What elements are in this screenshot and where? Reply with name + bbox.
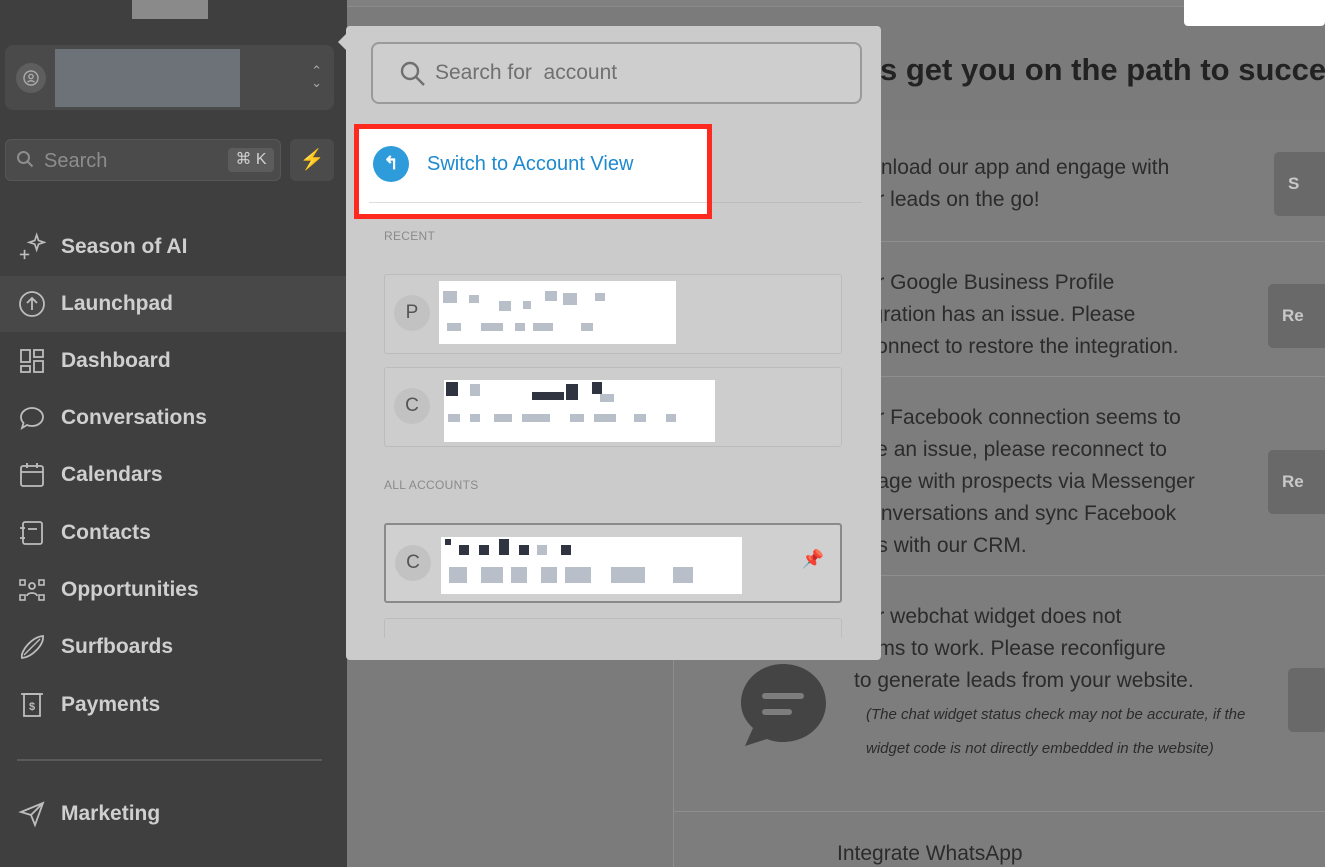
shortcut-badge: ⌘ K [228, 148, 274, 172]
pin-icon[interactable]: 📌 [802, 549, 824, 570]
account-name-redacted [441, 537, 742, 594]
card-action-button[interactable]: Re [1268, 450, 1325, 514]
integrate-whatsapp-label: Integrate WhatsApp [837, 842, 1023, 865]
switch-to-account-view-button[interactable]: ↰ Switch to Account View [354, 124, 712, 219]
popup-caret [338, 34, 346, 50]
sidebar: ⌃ ⌄ Search ⌘ K ⚡ Season of AI Launchpad D… [0, 0, 347, 867]
top-strip [347, 0, 1325, 7]
top-right-panel [1184, 0, 1325, 26]
send-icon [18, 800, 46, 828]
card-text: our Facebook connection seems to ave an … [854, 406, 1195, 557]
account-switcher[interactable]: ⌃ ⌄ [5, 45, 334, 110]
sidebar-item-calendars[interactable]: Calendars [0, 447, 347, 503]
sidebar-search[interactable]: Search ⌘ K [5, 139, 281, 181]
sidebar-item-dashboard[interactable]: Dashboard [0, 333, 347, 389]
sparkle-icon [18, 232, 46, 261]
account-name-redacted [439, 281, 676, 344]
account-search-box[interactable] [371, 42, 862, 104]
recent-account-row[interactable]: P [384, 274, 842, 354]
sidebar-item-opportunities[interactable]: Opportunities [0, 562, 347, 618]
divider [369, 202, 707, 203]
sidebar-item-surfboards[interactable]: Surfboards [0, 619, 347, 675]
sidebar-item-label: Opportunities [61, 578, 199, 601]
location-pin-icon [16, 63, 46, 93]
account-initial: C [395, 545, 431, 581]
account-search-input[interactable] [435, 58, 835, 88]
search-icon [17, 151, 34, 168]
sidebar-item-label: Contacts [61, 521, 151, 544]
switch-to-account-view-label: Switch to Account View [427, 153, 634, 175]
chevron-updown-icon: ⌃ ⌄ [311, 63, 322, 90]
card-action-button[interactable]: S [1274, 152, 1325, 216]
sidebar-item-payments[interactable]: $ Payments [0, 677, 347, 733]
sidebar-item-conversations[interactable]: Conversations [0, 390, 347, 446]
sidebar-item-contacts[interactable]: Contacts [0, 505, 347, 561]
bolt-icon: ⚡ [299, 149, 325, 171]
surfboard-icon [18, 633, 46, 661]
calendar-icon [18, 461, 46, 489]
sidebar-item-season-of-ai[interactable]: Season of AI [0, 219, 347, 275]
rocket-icon [18, 290, 46, 318]
card-text: ownload our app and engage with our lead… [854, 156, 1170, 211]
card-text: our webchat widget does not eems to work… [854, 605, 1194, 692]
all-accounts-section-label: ALL ACCOUNTS [384, 478, 479, 492]
divider [712, 202, 862, 203]
sidebar-item-label: Surfboards [61, 635, 174, 658]
chat-bubble-icon [741, 664, 826, 746]
account-initial: C [394, 388, 430, 424]
grid-icon [18, 347, 46, 375]
logo [132, 0, 208, 19]
all-account-row[interactable]: C 📌 [384, 523, 842, 603]
recent-account-row[interactable]: C [384, 367, 842, 447]
card-text: our Google Business Profile tegration ha… [854, 271, 1179, 358]
opportunities-icon [18, 576, 46, 604]
sidebar-item-label: Calendars [61, 463, 163, 486]
sidebar-item-label: Launchpad [61, 292, 174, 315]
all-account-row-partial[interactable] [384, 618, 842, 638]
return-arrow-icon: ↰ [373, 146, 409, 182]
chat-icon [18, 404, 46, 432]
account-name-redacted [444, 380, 715, 442]
sidebar-item-marketing[interactable]: Marketing [0, 786, 347, 842]
account-switcher-popup: ↰ Switch to Account View RECENT P C [338, 26, 881, 660]
card-action-button[interactable]: Re [1268, 284, 1325, 348]
svg-text:$: $ [29, 701, 35, 713]
quick-actions-button[interactable]: ⚡ [290, 139, 334, 181]
sidebar-item-label: Season of AI [61, 235, 188, 258]
search-icon [400, 61, 425, 86]
account-initial: P [394, 295, 430, 331]
contacts-icon [18, 519, 46, 547]
account-name-redacted [55, 49, 240, 107]
sidebar-item-label: Marketing [61, 802, 161, 825]
sidebar-divider [17, 759, 322, 761]
sidebar-item-label: Dashboard [61, 349, 171, 372]
card-action-button[interactable] [1288, 668, 1325, 732]
sidebar-item-launchpad[interactable]: Launchpad [0, 276, 347, 332]
card-note: (The chat widget status check may not be… [866, 706, 1246, 757]
sidebar-item-label: Payments [61, 693, 161, 716]
recent-section-label: RECENT [384, 229, 436, 243]
sidebar-search-placeholder: Search [44, 150, 108, 172]
sidebar-item-label: Conversations [61, 406, 207, 429]
payments-icon: $ [18, 691, 46, 719]
page-heading: s get you on the path to success [880, 52, 1325, 87]
